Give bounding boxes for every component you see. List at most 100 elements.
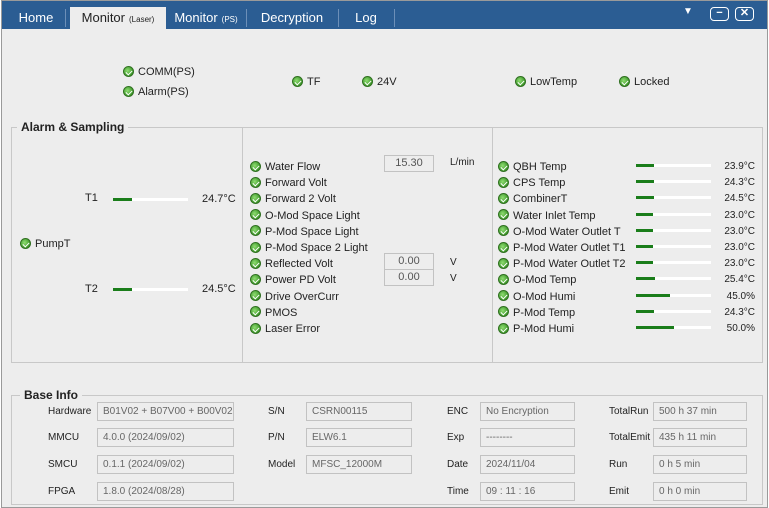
status-led-icon	[362, 75, 373, 87]
field-p-n[interactable]: ELW6.1	[306, 428, 412, 447]
gauge-value: 23.0°C	[724, 225, 755, 237]
gauge-bar-fill	[636, 212, 654, 216]
tab-home[interactable]: Home	[10, 7, 62, 29]
status-led-icon	[292, 75, 303, 87]
tab-log[interactable]: Log	[342, 7, 390, 29]
gauge-value: 24.3°C	[724, 306, 755, 318]
indicator-o-mod-water-outlet-t: O-Mod Water Outlet T	[498, 225, 621, 239]
menu-dropdown-icon[interactable]: ▼	[683, 6, 693, 17]
field-run[interactable]: 0 h 5 min	[653, 455, 747, 474]
status-led-icon	[250, 273, 261, 285]
field-label-hardware: Hardware	[48, 406, 92, 417]
divider	[242, 128, 243, 362]
gauge-value: 50.0%	[726, 323, 755, 334]
field-smcu[interactable]: 0.1.1 (2024/09/02)	[97, 455, 234, 474]
gauge-bar-fill	[636, 261, 654, 265]
tab-bar: Home Monitor (Laser) Monitor (PS) Decrypti…	[2, 1, 767, 29]
indicator-label: P-Mod Space Light	[265, 225, 359, 238]
status-led-icon	[498, 290, 509, 302]
water-flow-value: 15.30	[384, 155, 434, 172]
field-label-totalrun: TotalRun	[609, 406, 649, 417]
tab-monitor-ps[interactable]: Monitor (PS)	[168, 7, 244, 29]
indicator-combinert: CombinerT	[498, 192, 567, 206]
water-flow-unit: L/min	[450, 157, 475, 168]
field-hardware[interactable]: B01V02 + B07V00 + B00V02	[97, 402, 234, 421]
t2-bar-fill	[113, 288, 132, 291]
field-s-n[interactable]: CSRN00115	[306, 402, 412, 421]
tab-decryption[interactable]: Decryption	[250, 7, 334, 29]
indicator-label: 24V	[377, 76, 397, 88]
field-emit[interactable]: 0 h 0 min	[653, 482, 747, 501]
tab-suffix: (PS)	[221, 15, 238, 24]
gauge-value: 23.9°C	[724, 161, 755, 172]
gauge-value: 23.0°C	[724, 258, 755, 270]
tab-separator	[65, 9, 66, 27]
status-led-icon	[250, 192, 261, 204]
indicator-label: P-Mod Water Outlet T2	[513, 258, 626, 271]
tab-suffix: (Laser)	[129, 15, 155, 24]
field-time[interactable]: 09 : 11 : 16	[480, 482, 575, 501]
t1-value: 24.7°C	[202, 193, 236, 205]
indicator-p-mod-space-light: P-Mod Space Light	[250, 225, 359, 239]
gauge-value: 25.4°C	[724, 274, 755, 286]
gauge-value: 24.3°C	[724, 177, 755, 189]
status-led-icon	[250, 241, 261, 253]
field-label-run: Run	[609, 459, 628, 470]
status-led-icon	[250, 290, 261, 302]
tab-label: Decryption	[260, 10, 324, 25]
app-window: Home Monitor (Laser) Monitor (PS) Decrypti…	[1, 0, 768, 508]
field-exp[interactable]: --------	[480, 428, 575, 447]
status-led-icon	[250, 225, 261, 237]
alarm-sampling-title: Alarm & Sampling	[17, 120, 129, 134]
field-mmcu[interactable]: 4.0.0 (2024/09/02)	[97, 428, 234, 447]
indicator-label: P-Mod Humi	[513, 323, 575, 335]
field-label-emit: Emit	[609, 486, 629, 497]
field-label-enc: ENC	[447, 406, 469, 417]
field-model[interactable]: MFSC_12000M	[306, 455, 412, 474]
tab-separator	[338, 9, 339, 27]
indicator-forward-2-volt: Forward 2 Volt	[250, 192, 336, 206]
tab-separator	[246, 9, 247, 27]
indicator-laser-error: Laser Error	[250, 322, 320, 336]
status-led-icon	[498, 257, 509, 269]
close-button[interactable]: ✕	[735, 7, 754, 21]
field-enc[interactable]: No Encryption	[480, 402, 575, 421]
gauge-bar-fill	[636, 164, 654, 167]
indicator-o-mod-temp: O-Mod Temp	[498, 273, 576, 287]
tab-label: Home	[18, 10, 54, 25]
indicator-lowtemp: LowTemp	[515, 75, 577, 89]
field-label-time: Time	[447, 486, 469, 497]
status-led-icon	[498, 306, 509, 318]
indicator-pmos: PMOS	[250, 306, 297, 320]
indicator-label: Forward Volt	[265, 177, 327, 190]
indicator-alarm-ps: Alarm(PS)	[123, 85, 189, 99]
field-totalrun[interactable]: 500 h 37 min	[653, 402, 747, 421]
minimize-button[interactable]: −	[710, 7, 729, 21]
indicator-label: O-Mod Humi	[513, 290, 576, 303]
indicator-locked: Locked	[619, 75, 669, 89]
gauge-value: 23.0°C	[724, 242, 755, 253]
field-label-mmcu: MMCU	[48, 432, 80, 443]
status-led-icon	[498, 241, 509, 253]
indicator-label: Reflected Volt	[265, 258, 333, 271]
field-label-totalemit: TotalEmit	[609, 432, 651, 443]
indicator-p-mod-water-outlet-t2: P-Mod Water Outlet T2	[498, 257, 625, 271]
tab-monitor-laser[interactable]: Monitor (Laser)	[70, 7, 166, 29]
status-led-icon	[250, 160, 261, 172]
t2-value: 24.5°C	[202, 283, 236, 295]
field-date[interactable]: 2024/11/04	[480, 455, 575, 474]
indicator-label: PMOS	[265, 306, 298, 319]
field-fpga[interactable]: 1.8.0 (2024/08/28)	[97, 482, 234, 501]
gauge-value: 45.0%	[726, 290, 755, 302]
indicator-p-mod-water-outlet-t1: P-Mod Water Outlet T1	[498, 241, 625, 255]
indicator-24v: 24V	[362, 75, 397, 89]
t1-label: T1	[85, 192, 98, 204]
status-led-icon	[20, 237, 31, 249]
reflected-volt-unit: V	[450, 257, 457, 268]
status-led-icon	[123, 85, 134, 97]
indicator-power-pd-volt: Power PD Volt	[250, 273, 336, 287]
indicator-cps-temp: CPS Temp	[498, 176, 565, 190]
reflected-volt-value: 0.00	[384, 253, 434, 270]
status-led-icon	[498, 192, 509, 204]
field-totalemit[interactable]: 435 h 11 min	[653, 428, 747, 447]
